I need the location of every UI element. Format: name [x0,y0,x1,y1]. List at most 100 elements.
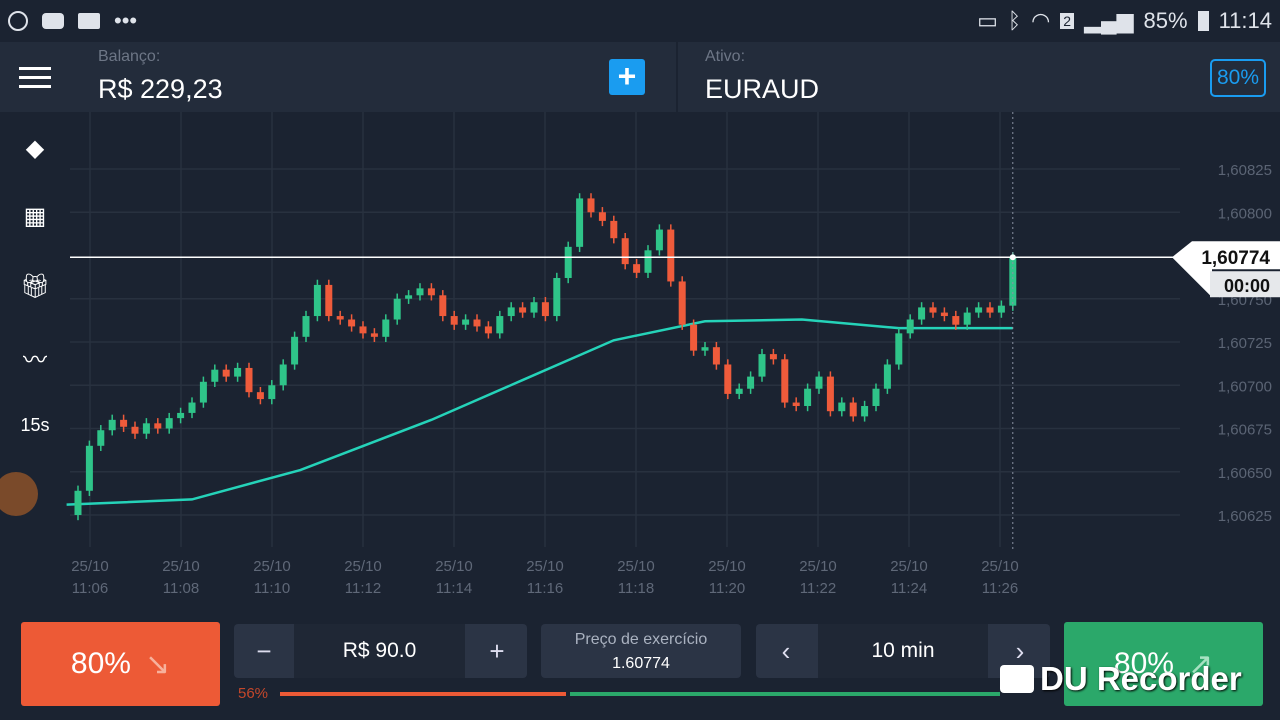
candle-body [188,402,196,413]
header: Balanço: R$ 229,23 + Ativo: EURAUD 80% [0,42,1280,112]
candle-body [199,381,207,403]
interval-button[interactable]: 15s [0,415,70,436]
payout-badge[interactable]: 80% [1210,59,1266,97]
camera-icon [1000,665,1034,693]
put-button[interactable]: 80% ↘ [21,622,220,706]
chart-background [70,112,1280,612]
x-tick-time: 11:10 [254,580,290,597]
candle-body [781,359,789,403]
sim-badge: 2 [1060,13,1075,29]
divider [676,42,678,112]
candle-body [667,229,675,282]
candle-body [245,367,253,393]
candle-body [975,307,983,313]
candle-body [211,369,219,382]
candle-body [473,319,481,327]
candle-body [747,376,755,389]
decrease-amount-button[interactable]: − [234,624,294,678]
amount-stepper: − R$ 90.0 + [234,624,527,678]
prev-duration-button[interactable]: ‹ [756,624,816,678]
candle-body [678,281,686,325]
candle-body [370,333,378,337]
candle-body [359,326,367,334]
countdown-label: 00:00 [1224,276,1270,296]
menu-icon[interactable] [0,42,70,112]
y-tick-label: 1,60725 [1218,335,1272,352]
candle-body [986,307,994,313]
x-tick-date: 25/10 [890,558,928,575]
amount-input[interactable]: R$ 90.0 [294,624,465,678]
candle-body [142,423,150,434]
candle-body [439,295,447,317]
x-tick-time: 11:06 [72,580,108,597]
candle-body [336,316,344,320]
candle-body [484,326,492,334]
bluetooth-icon: ᛒ [1007,8,1022,33]
battery-percent: 85% [1143,8,1188,33]
strike-label: Preço de exercício [574,631,708,648]
candle-body [633,264,641,273]
candle-body [519,307,527,313]
x-tick-time: 11:18 [618,580,654,597]
increase-amount-button[interactable]: + [467,624,527,678]
layers-icon[interactable]: ◆ [0,134,70,163]
x-tick-time: 11:12 [345,580,381,597]
candle-body [792,402,800,407]
candle-body [427,288,435,296]
candle-body [97,430,105,446]
candle-body [610,220,618,239]
status-bar: ••• ▭ ᛒ ◠ 2 ▂▄▆ 85% 11:14 [0,0,1280,42]
candle-body [325,284,333,317]
candle-body [906,319,914,334]
candle-body [302,316,310,337]
x-tick-date: 25/10 [708,558,746,575]
candle-body [450,316,458,325]
y-tick-label: 1,60675 [1218,422,1272,439]
candle-body [621,238,629,265]
candle-body [234,367,242,377]
sentiment-put [280,692,567,696]
gift-icon[interactable]: 🎁︎ [0,272,70,301]
candle-body [849,402,857,417]
duration-value[interactable]: 10 min [818,624,988,678]
x-tick-time: 11:24 [891,580,927,597]
deposit-button[interactable]: + [609,59,645,95]
candle-body [564,246,572,278]
candle-body [644,250,652,273]
x-tick-time: 11:22 [800,580,836,597]
indicators-icon[interactable]: 〰 [0,340,70,375]
candle-body [963,312,971,325]
y-tick-label: 1,60650 [1218,465,1272,482]
candle-body [405,295,413,299]
x-tick-time: 11:26 [982,580,1018,597]
calendar-icon[interactable]: ▦ [0,202,70,231]
candle-body [165,418,173,429]
clock: 11:14 [1218,8,1272,33]
x-tick-date: 25/10 [71,558,109,575]
asset-label: Ativo: [705,48,746,65]
sidebar: ◆ ▦ 🎁︎ 〰 15s [0,112,70,612]
candle-body [758,354,766,377]
candle-body [177,412,185,419]
price-chart[interactable]: 25/10 11:06 25/10 11:08 25/10 11:10 25/10 11:12… [0,112,1280,612]
cast-icon: ▭ [977,8,998,33]
balance-value[interactable]: R$ 229,23 [98,74,223,105]
asset-selector[interactable]: EURAUD [705,74,819,105]
sentiment-percent: 56% [238,685,269,702]
candle-body [553,277,561,317]
strike-value: 1.60774 [612,655,670,672]
candle-body [940,312,948,317]
brush-icon[interactable] [0,472,38,516]
balance-label: Balanço: [98,48,161,65]
current-price-label: 1,60774 [1201,248,1270,269]
candle-body [313,284,321,317]
candle-body [701,347,709,351]
candle-body [712,347,720,365]
candle-body [279,364,287,386]
candle-body [507,307,515,317]
strike-price[interactable]: Preço de exercício 1.60774 [541,624,741,678]
x-tick-date: 25/10 [253,558,291,575]
youtube-icon [42,13,64,29]
candle-body [222,369,230,377]
x-tick-date: 25/10 [162,558,200,575]
